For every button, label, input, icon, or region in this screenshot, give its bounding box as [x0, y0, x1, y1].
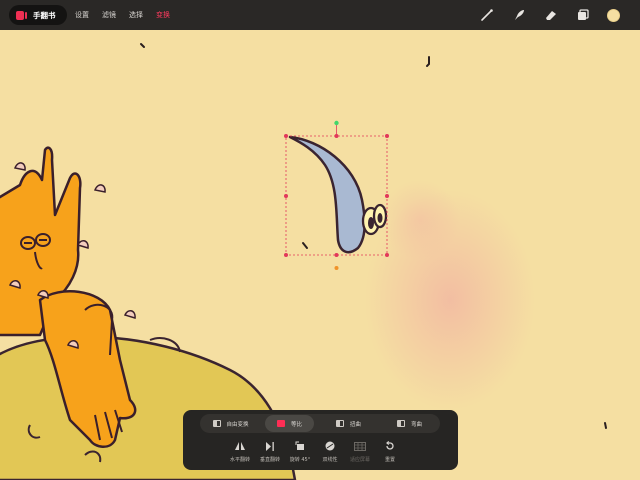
- menu-settings[interactable]: 设置: [75, 10, 89, 20]
- menu-selection[interactable]: 选择: [129, 10, 143, 20]
- eraser-icon[interactable]: [543, 7, 559, 23]
- tool-group: [463, 0, 620, 30]
- smudge-icon[interactable]: [511, 7, 527, 23]
- mode-uniform[interactable]: 等比: [265, 415, 314, 432]
- rotate-45-button[interactable]: 旋转 45°: [285, 440, 315, 463]
- menu-transform[interactable]: 变换: [156, 10, 170, 20]
- mode-distort[interactable]: 扭曲: [318, 415, 379, 432]
- action-label: 旋转 45°: [289, 457, 311, 463]
- transform-panel: 自由变换 等比 扭曲 弯曲 水平翻转 垂直翻转 旋转 45° 双线性 适应屏幕 …: [183, 410, 458, 470]
- mode-label: 自由变换: [226, 421, 249, 428]
- action-label: 水平翻转: [229, 457, 250, 463]
- flip-horizontal-icon: [225, 440, 255, 452]
- action-label: 垂直翻转: [259, 457, 280, 463]
- mode-label: 等比: [290, 421, 302, 428]
- flip-vertical-icon: [255, 440, 285, 452]
- mode-label: 扭曲: [349, 421, 361, 428]
- reset-icon: [375, 440, 405, 452]
- app-name: 手翻书: [33, 10, 56, 20]
- uniform-icon: [276, 420, 285, 427]
- top-toolbar: 手翻书 设置 滤镜 选择 变换: [0, 0, 640, 30]
- transform-mode-selector: 自由变换 等比 扭曲 弯曲: [200, 414, 440, 433]
- main-menu: 设置 滤镜 选择 变换: [75, 0, 183, 30]
- menu-adjustments[interactable]: 滤镜: [102, 10, 116, 20]
- bilinear-button[interactable]: 双线性: [315, 440, 345, 463]
- action-label: 重置: [384, 457, 395, 463]
- layers-icon[interactable]: [575, 7, 591, 23]
- app-logo-icon: [16, 10, 29, 21]
- warp-icon: [396, 420, 405, 427]
- color-picker-button[interactable]: [607, 8, 620, 22]
- freeform-icon: [212, 420, 221, 427]
- bilinear-icon: [315, 440, 345, 452]
- mode-freeform[interactable]: 自由变换: [200, 415, 261, 432]
- grid-icon: [345, 440, 375, 452]
- flip-vertical-button[interactable]: 垂直翻转: [255, 440, 285, 463]
- fit-to-screen-button[interactable]: 适应屏幕: [345, 440, 375, 463]
- flip-horizontal-button[interactable]: 水平翻转: [225, 440, 255, 463]
- mode-warp[interactable]: 弯曲: [379, 415, 440, 432]
- transform-actions: 水平翻转 垂直翻转 旋转 45° 双线性 适应屏幕 重置: [225, 440, 405, 463]
- distort-icon: [335, 420, 344, 427]
- action-label: 双线性: [322, 457, 338, 463]
- rotate-45-icon: [285, 440, 315, 452]
- reset-button[interactable]: 重置: [375, 440, 405, 463]
- mode-label: 弯曲: [410, 421, 422, 428]
- gallery-button[interactable]: 手翻书: [9, 5, 67, 25]
- action-label: 适应屏幕: [349, 457, 370, 463]
- brush-icon[interactable]: [479, 7, 495, 23]
